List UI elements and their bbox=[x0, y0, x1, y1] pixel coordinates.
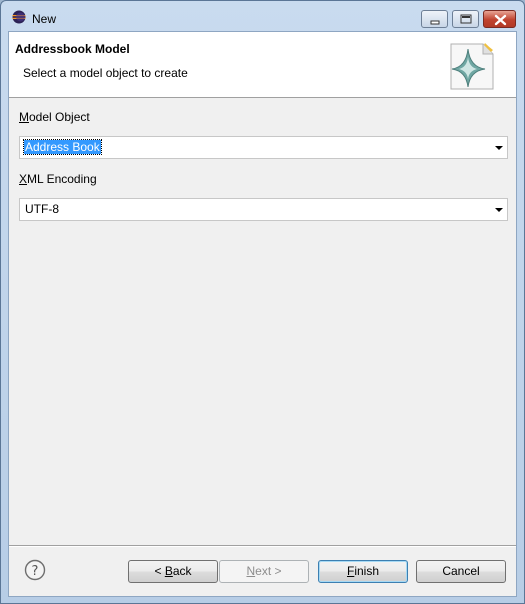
xml-encoding-dropdown[interactable]: UTF-8 bbox=[19, 198, 508, 221]
window-title: New bbox=[32, 12, 57, 26]
back-button[interactable]: < Back bbox=[128, 560, 218, 583]
minimize-icon bbox=[430, 20, 440, 25]
help-icon[interactable]: ? bbox=[24, 559, 46, 581]
svg-text:?: ? bbox=[32, 564, 39, 579]
cancel-button[interactable]: Cancel bbox=[416, 560, 506, 583]
wizard-banner-icon bbox=[450, 43, 494, 90]
wizard-banner: Addressbook Model Select a model object … bbox=[9, 32, 516, 98]
eclipse-icon bbox=[12, 10, 26, 24]
finish-button[interactable]: Finish bbox=[318, 560, 408, 583]
wizard-title: Addressbook Model bbox=[15, 42, 130, 56]
dialog-window: New Addressbook Model Select a model obj… bbox=[0, 0, 525, 604]
footer-separator bbox=[9, 545, 516, 547]
maximize-icon bbox=[460, 14, 472, 24]
minimize-button[interactable] bbox=[421, 10, 448, 28]
wizard-client-area: Addressbook Model Select a model object … bbox=[8, 31, 517, 597]
model-object-dropdown[interactable]: Address Book bbox=[19, 136, 508, 159]
close-icon bbox=[494, 14, 507, 26]
model-object-value: Address Book bbox=[23, 139, 102, 155]
xml-encoding-label: XML Encoding bbox=[19, 172, 97, 186]
next-button[interactable]: Next > bbox=[219, 560, 309, 583]
chevron-down-icon[interactable] bbox=[495, 208, 503, 212]
model-object-label: Model Object bbox=[19, 110, 90, 124]
close-button[interactable] bbox=[483, 10, 516, 28]
maximize-button[interactable] bbox=[452, 10, 479, 28]
title-bar[interactable]: New bbox=[1, 1, 524, 31]
chevron-down-icon[interactable] bbox=[495, 146, 503, 150]
xml-encoding-value: UTF-8 bbox=[25, 202, 59, 216]
wizard-description: Select a model object to create bbox=[23, 66, 188, 80]
